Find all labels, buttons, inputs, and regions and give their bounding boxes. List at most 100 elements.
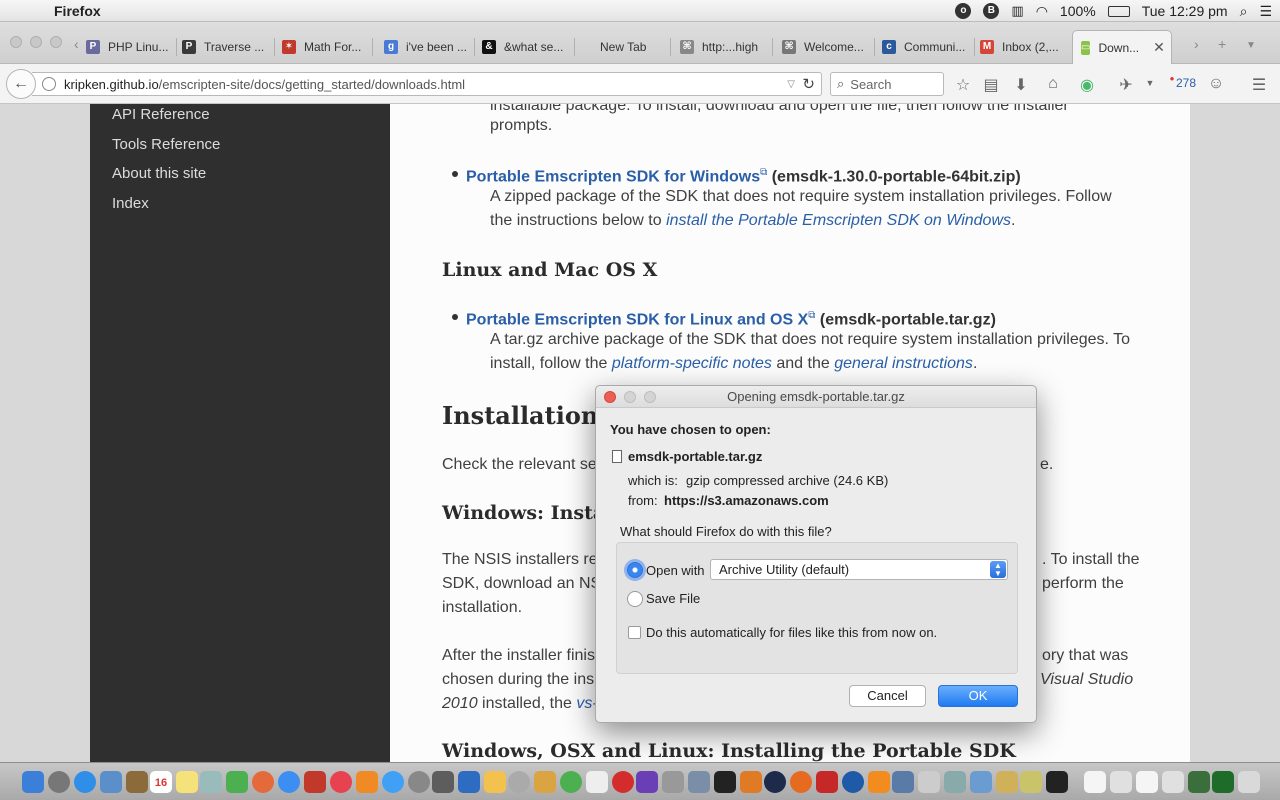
back-button[interactable]: ← [6,69,36,99]
battery-percent[interactable]: 100% [1060,3,1096,19]
sidebar-item-index[interactable]: Index [112,195,149,212]
reading-list-icon[interactable]: ▤ [981,75,1001,95]
star-app-icon[interactable] [636,771,658,793]
tab-community[interactable]: c Communi... [882,34,974,60]
app-menu-firefox[interactable]: Firefox [54,3,101,19]
chat-bubble-icon[interactable]: ☺ [1206,75,1226,93]
terminal-icon[interactable] [714,771,736,793]
linux-sdk-download-link[interactable]: Portable Emscripten SDK for Linux and OS… [466,311,808,328]
open-with-label[interactable]: Open with [646,563,705,578]
tab-http-high[interactable]: ⌘ http:...high [680,34,772,60]
dock-app-icon[interactable] [970,771,992,793]
safari-icon[interactable] [74,771,96,793]
auto-action-checkbox[interactable] [628,626,641,639]
dock-app-icon[interactable] [484,771,506,793]
ibooks-icon[interactable] [356,771,378,793]
opera-icon[interactable] [612,771,634,793]
speaker-status-icon[interactable]: ▥ [1011,3,1023,19]
url-text[interactable]: kripken.github.io/emscripten-site/docs/g… [64,77,465,92]
notes-icon[interactable] [176,771,198,793]
dock-app-icon[interactable] [842,771,864,793]
dock-app-icon[interactable] [740,771,762,793]
dock-app-icon[interactable] [996,771,1018,793]
downloads-icon[interactable]: ⬇ [1011,75,1031,95]
extension-dropdown-icon[interactable]: ▼ [1140,78,1160,88]
status-b-icon[interactable]: B [983,3,1000,19]
window-close-button[interactable] [10,36,22,48]
install-portable-windows-link[interactable]: install the Portable Emscripten SDK on W… [666,212,1011,229]
dock-document-icon[interactable] [1136,771,1158,793]
tab-scroll-right-icon[interactable]: › [1194,36,1199,52]
notification-center-icon[interactable]: ☰ [1259,3,1272,20]
chrome-icon[interactable] [560,771,582,793]
filezilla-icon[interactable] [816,771,838,793]
extension-badge-count[interactable]: 278 [1176,76,1196,90]
photos-icon[interactable] [252,771,274,793]
reminders-icon[interactable] [200,771,222,793]
app-store-icon[interactable] [382,771,404,793]
windows-sdk-download-link[interactable]: Portable Emscripten SDK for Windows [466,168,760,185]
visual-studio-link[interactable]: Visual Studio [1040,668,1133,692]
extension-bird-icon[interactable]: ✈ [1116,75,1136,95]
tab-welcome[interactable]: ⌘ Welcome... [782,34,874,60]
status-app-icon[interactable]: o [955,3,972,19]
trash-icon[interactable] [1238,771,1260,793]
maps-icon[interactable] [226,771,248,793]
hamburger-menu-icon[interactable]: ☰ [1249,75,1269,95]
dock-app-icon[interactable] [892,771,914,793]
dock-folder-icon[interactable] [1188,771,1210,793]
tab-php-linux[interactable]: P PHP Linu... [86,34,176,60]
menubar-clock[interactable]: Tue 12:29 pm [1142,3,1228,19]
spotlight-icon[interactable]: ⌕ [1240,3,1248,20]
tab-math-for[interactable]: ✶ Math For... [282,34,372,60]
ok-button[interactable]: OK [938,685,1018,707]
save-file-radio[interactable] [627,591,643,607]
dock-folder-icon[interactable] [1212,771,1234,793]
photo-booth-icon[interactable] [304,771,326,793]
window-zoom-button[interactable] [50,36,62,48]
tab-close-icon[interactable]: ✕ [1153,39,1165,56]
preview-icon[interactable] [100,771,122,793]
url-bar[interactable]: kripken.github.io/emscripten-site/docs/g… [32,72,822,96]
dock-b-app-icon[interactable] [764,771,786,793]
tab-new-tab[interactable]: New Tab [600,34,666,60]
tab-list-chevron-down-icon[interactable]: ▼ [1246,40,1256,51]
open-with-select[interactable]: Archive Utility (default) ▲ ▼ [710,559,1008,580]
launchpad-icon[interactable] [48,771,70,793]
new-tab-plus-icon[interactable]: + [1218,36,1226,52]
open-with-radio[interactable] [627,562,643,578]
save-file-label[interactable]: Save File [646,591,700,606]
reload-icon[interactable]: ↻ [802,75,815,93]
dock-app-icon[interactable] [944,771,966,793]
tab-gmail-inbox[interactable]: M Inbox (2,... [980,34,1068,60]
sidebar-item-about-this-site[interactable]: About this site [112,165,206,182]
dock-app-icon[interactable] [1020,771,1042,793]
help-icon[interactable] [918,771,940,793]
window-minimize-button[interactable] [30,36,42,48]
dock-terminal-icon[interactable] [1046,771,1068,793]
dock-app-icon[interactable] [662,771,684,793]
site-identity-globe-icon[interactable] [42,77,56,91]
tab-ive-been[interactable]: g i've been ... [384,34,474,60]
auto-action-label[interactable]: Do this automatically for files like thi… [646,625,937,640]
bookmark-star-icon[interactable]: ☆ [953,75,973,95]
grammarly-extension-icon[interactable]: ◉ [1077,75,1097,95]
itunes-icon[interactable] [330,771,352,793]
tab-what-se[interactable]: & &what se... [482,34,574,60]
firefox-icon[interactable] [790,771,812,793]
xcode-icon[interactable] [458,771,480,793]
dock-app-icon[interactable] [508,771,530,793]
tab-downloads-active[interactable]: ▭ Down... ✕ [1072,30,1172,64]
general-instructions-link[interactable]: general instructions [834,355,973,372]
dock-tool-icon[interactable] [432,771,454,793]
messages-icon[interactable] [278,771,300,793]
url-history-dropdown-icon[interactable]: ▽ [787,79,795,90]
dock-document-icon[interactable] [1162,771,1184,793]
wifi-icon[interactable]: ◠ [1036,3,1048,20]
dock-app-icon[interactable] [534,771,556,793]
dock-document-icon[interactable] [1084,771,1106,793]
sidebar-item-api-reference[interactable]: API Reference [112,106,210,123]
sidebar-item-tools-reference[interactable]: Tools Reference [112,136,220,153]
dialog-close-button[interactable] [604,391,616,403]
battery-icon[interactable] [1107,5,1130,17]
